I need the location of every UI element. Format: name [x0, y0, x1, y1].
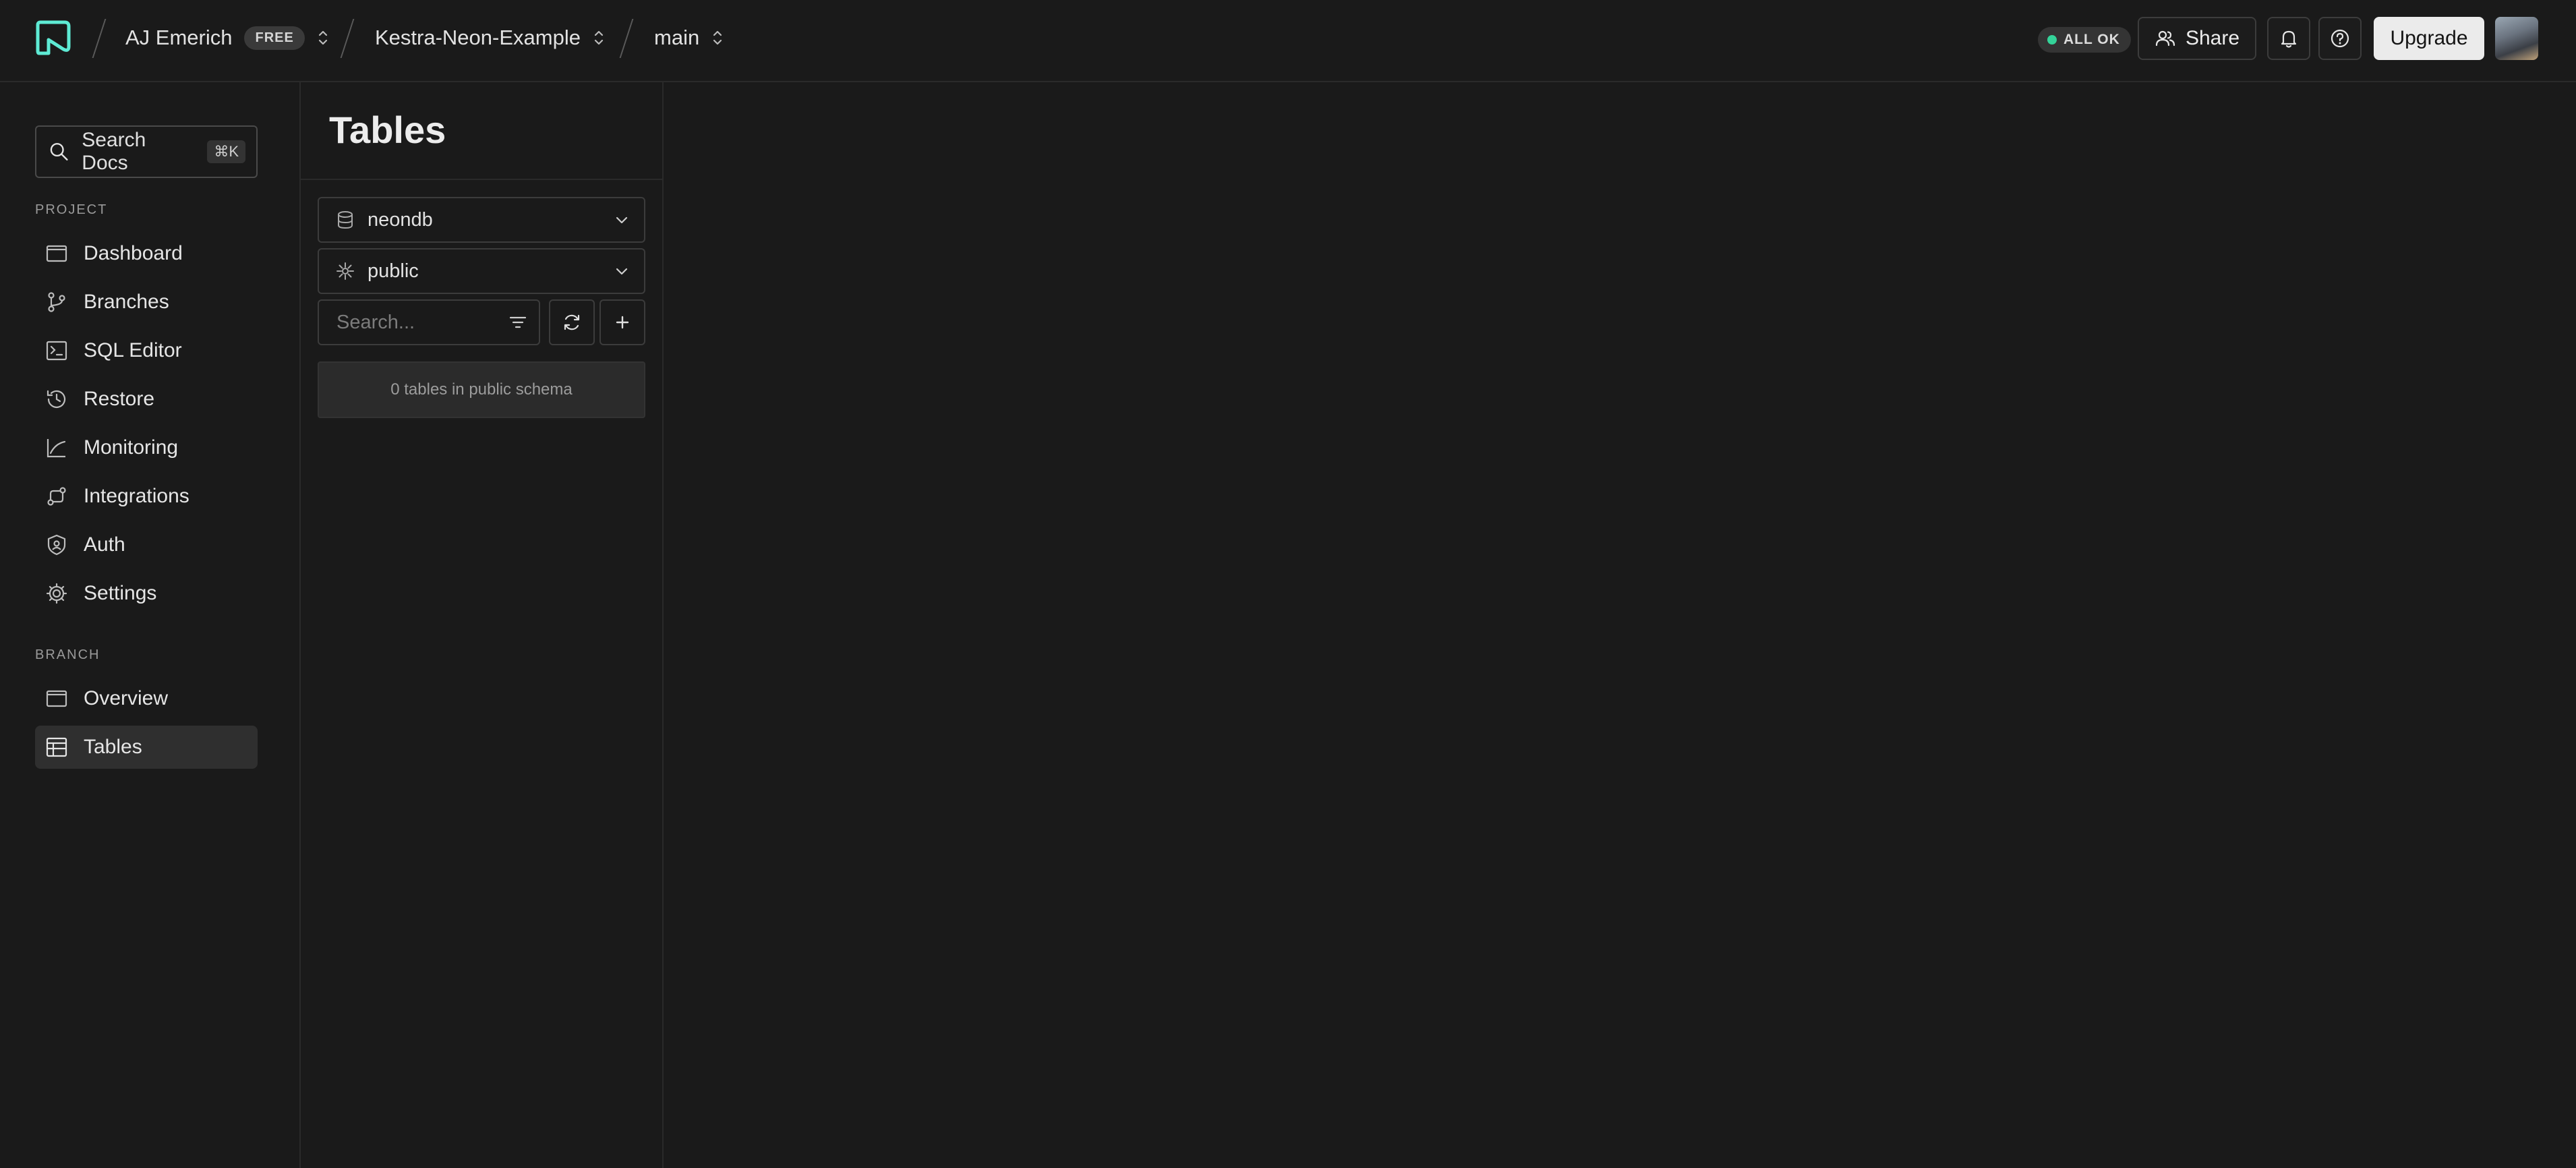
chevron-down-icon: [616, 268, 628, 275]
schema-select[interactable]: public: [318, 248, 645, 294]
database-select-value: neondb: [368, 208, 433, 231]
project-name: Kestra-Neon-Example: [375, 26, 581, 49]
sidebar-item-branches[interactable]: Branches: [35, 281, 258, 324]
users-icon: [2155, 30, 2175, 47]
sidebar-item-sql-editor[interactable]: SQL Editor: [35, 329, 258, 372]
sidebar-item-label: Dashboard: [84, 242, 183, 264]
table-search: [318, 299, 540, 345]
sidebar-item-label: Tables: [84, 736, 142, 758]
plan-badge: FREE: [244, 26, 305, 50]
refresh-button[interactable]: [549, 299, 595, 345]
sidebar-item-label: Branches: [84, 291, 169, 313]
auth-icon: [47, 534, 66, 556]
tables-icon: [46, 737, 67, 757]
sidebar-item-monitoring[interactable]: Monitoring: [35, 426, 258, 469]
schema-select-value: public: [368, 260, 419, 282]
org-switcher[interactable]: AJ Emerich FREE: [125, 23, 329, 53]
sidebar-item-integrations[interactable]: Integrations: [35, 475, 258, 518]
breadcrumb-separator: [92, 19, 107, 58]
gear-icon: [46, 583, 67, 604]
share-label: Share: [2185, 27, 2240, 49]
page-title: Tables: [329, 109, 446, 151]
sidebar-item-label: Restore: [84, 388, 155, 410]
chevron-updown-icon: [713, 30, 722, 45]
search-shortcut: ⌘K: [207, 140, 245, 163]
top-bar: AJ Emerich FREE Kestra-Neon-Example main…: [0, 0, 2576, 82]
add-table-button[interactable]: [599, 299, 645, 345]
table-search-input[interactable]: [335, 310, 484, 334]
filter-icon[interactable]: [508, 312, 528, 332]
sidebar-item-auth[interactable]: Auth: [35, 523, 258, 566]
plus-icon: [616, 316, 629, 329]
sidebar-item-dashboard[interactable]: Dashboard: [35, 232, 258, 275]
status-badge[interactable]: ALL OK: [2038, 27, 2131, 53]
project-switcher[interactable]: Kestra-Neon-Example: [375, 23, 605, 53]
help-button[interactable]: [2318, 17, 2362, 60]
sidebar-item-label: SQL Editor: [84, 339, 182, 361]
database-select[interactable]: neondb: [318, 197, 645, 243]
chevron-updown-icon: [594, 30, 604, 45]
breadcrumb-separator: [340, 19, 355, 58]
branch-switcher[interactable]: main: [654, 23, 724, 53]
monitoring-icon: [47, 439, 66, 458]
dashboard-icon: [46, 245, 67, 262]
help-icon: [2331, 29, 2349, 48]
bell-icon: [2281, 30, 2297, 48]
branch-name: main: [654, 26, 700, 49]
status-text: ALL OK: [2063, 32, 2120, 47]
avatar[interactable]: [2495, 17, 2538, 60]
upgrade-button[interactable]: Upgrade: [2374, 17, 2484, 60]
chevron-down-icon: [616, 216, 628, 224]
sidebar-item-label: Settings: [84, 582, 157, 604]
sidebar: Search Docs ⌘K PROJECT Dashboard Branche…: [0, 82, 301, 1168]
share-button[interactable]: Share: [2138, 17, 2256, 60]
sql-editor-icon: [46, 341, 67, 361]
sidebar-item-settings[interactable]: Settings: [35, 572, 258, 615]
branches-icon: [48, 292, 65, 312]
schema-icon: [336, 262, 354, 280]
sidebar-item-label: Monitoring: [84, 436, 179, 459]
search-docs-button[interactable]: Search Docs ⌘K: [35, 125, 258, 178]
sidebar-item-overview[interactable]: Overview: [35, 677, 258, 720]
sidebar-item-label: Auth: [84, 533, 125, 556]
branch-section-label: BRANCH: [35, 647, 100, 662]
search-icon: [50, 143, 68, 160]
sidebar-item-tables[interactable]: Tables: [35, 726, 258, 769]
sidebar-item-restore[interactable]: Restore: [35, 378, 258, 421]
overview-icon: [46, 690, 67, 707]
org-name: AJ Emerich: [125, 26, 233, 49]
sidebar-item-label: Overview: [84, 687, 169, 709]
project-section-label: PROJECT: [35, 202, 108, 217]
database-icon: [338, 211, 353, 229]
empty-state-message: 0 tables in public schema: [318, 361, 645, 418]
status-dot: [2047, 35, 2057, 45]
tables-panel: Tables neondb public Search... 0 tables …: [301, 82, 664, 1168]
restore-icon: [47, 390, 66, 408]
integrations-icon: [47, 487, 66, 506]
chevron-updown-icon: [318, 30, 327, 45]
neon-logo-icon[interactable]: [34, 20, 71, 57]
panel-header: Tables: [301, 82, 662, 180]
sidebar-item-label: Integrations: [84, 485, 189, 507]
refresh-icon: [564, 314, 580, 330]
main-content-area: [664, 82, 2576, 1168]
breadcrumb-separator: [619, 19, 634, 58]
notifications-button[interactable]: [2267, 17, 2310, 60]
search-docs-label: Search Docs: [82, 129, 146, 174]
